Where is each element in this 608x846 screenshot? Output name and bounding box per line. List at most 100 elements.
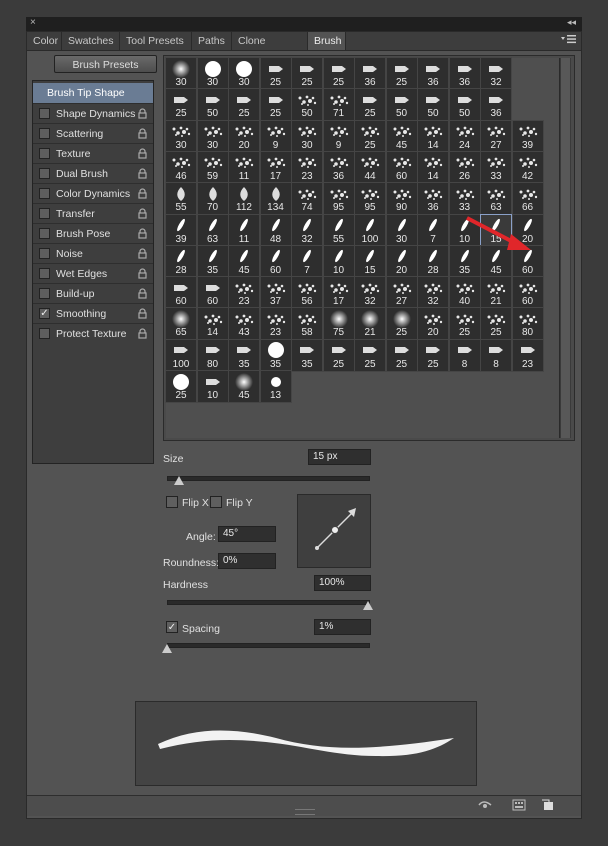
brush-tip-cell[interactable]: 44 xyxy=(354,150,386,184)
spacing-field[interactable]: 1% xyxy=(314,619,371,635)
sidebar-item-smoothing[interactable]: ✓ Smoothing xyxy=(33,304,153,324)
brush-tip-cell[interactable]: 42 xyxy=(511,150,544,184)
brush-tip-cell[interactable]: 55 xyxy=(322,213,355,247)
lock-icon[interactable] xyxy=(137,208,148,219)
lock-icon[interactable] xyxy=(137,308,148,319)
brush-tip-cell[interactable]: 28 xyxy=(417,244,449,278)
brush-tip-cell[interactable]: 23 xyxy=(259,307,292,341)
brush-tip-cell[interactable]: 23 xyxy=(228,276,260,310)
brush-presets-button[interactable]: Brush Presets xyxy=(54,55,157,73)
brush-tip-cell[interactable]: 35 xyxy=(291,338,323,372)
tab-paths[interactable]: Paths xyxy=(192,32,232,50)
hardness-field[interactable]: 100% xyxy=(314,575,371,591)
sidebar-item-wet-edges[interactable]: Wet Edges xyxy=(33,264,153,284)
sidebar-item-brush-pose[interactable]: Brush Pose xyxy=(33,224,153,244)
angle-field[interactable]: 45° xyxy=(218,526,276,542)
brush-tip-cell[interactable]: 30 xyxy=(385,213,418,247)
brush-tip-cell[interactable]: 36 xyxy=(354,57,386,90)
brush-tip-cell[interactable]: 9 xyxy=(322,119,355,153)
lock-icon[interactable] xyxy=(137,288,148,299)
spacing-slider-track[interactable] xyxy=(167,643,370,648)
brush-tip-cell[interactable]: 134 xyxy=(259,182,292,216)
brush-tip-cell[interactable]: 25 xyxy=(165,370,197,403)
toggle-bristle-preview-icon[interactable] xyxy=(478,799,492,811)
brush-tip-cell[interactable]: 11 xyxy=(228,213,260,247)
brush-tip-cell[interactable]: 11 xyxy=(228,150,260,184)
brush-tip-cell[interactable]: 28 xyxy=(165,244,197,278)
brush-tip-cell[interactable]: 14 xyxy=(417,119,449,153)
brush-tip-cell[interactable]: 25 xyxy=(385,307,418,341)
brush-tip-cell[interactable]: 7 xyxy=(417,213,449,247)
sidebar-item-color-dynamics[interactable]: Color Dynamics xyxy=(33,184,153,204)
brush-tip-cell[interactable]: 75 xyxy=(322,307,355,341)
brush-tip-cell[interactable]: 50 xyxy=(196,88,229,122)
sidebar-checkbox[interactable] xyxy=(39,288,50,299)
brush-tip-cell[interactable]: 13 xyxy=(259,370,292,403)
spacing-checkbox[interactable]: ✓ xyxy=(166,621,178,633)
sidebar-checkbox[interactable] xyxy=(39,168,50,179)
brush-tip-cell[interactable]: 15 xyxy=(354,244,386,278)
collapse-icon[interactable]: ◂◂ xyxy=(567,17,576,28)
brush-tip-cell[interactable]: 50 xyxy=(417,88,449,122)
brush-tip-cell[interactable]: 48 xyxy=(259,213,292,247)
brush-tip-cell[interactable]: 25 xyxy=(354,88,386,122)
brush-tip-cell[interactable]: 50 xyxy=(291,88,323,122)
brush-tip-cell[interactable]: 25 xyxy=(259,57,292,90)
brush-tip-cell[interactable]: 50 xyxy=(385,88,418,122)
brush-tip-cell[interactable]: 45 xyxy=(385,119,418,153)
brush-tip-cell[interactable]: 74 xyxy=(291,182,323,216)
lock-icon[interactable] xyxy=(137,248,148,259)
lock-icon[interactable] xyxy=(137,128,148,139)
lock-icon[interactable] xyxy=(137,328,148,339)
brush-tip-cell[interactable]: 100 xyxy=(354,213,386,247)
brush-tip-cell[interactable]: 33 xyxy=(480,150,512,184)
hardness-slider-track[interactable] xyxy=(167,600,370,605)
sidebar-item-protect-texture[interactable]: Protect Texture xyxy=(33,324,153,344)
tab-swatches[interactable]: Swatches xyxy=(62,32,120,50)
brush-tip-cell[interactable]: 10 xyxy=(322,244,355,278)
brush-tip-cell[interactable]: 30 xyxy=(196,57,229,90)
sidebar-checkbox[interactable] xyxy=(39,188,50,199)
sidebar-item-dual-brush[interactable]: Dual Brush xyxy=(33,164,153,184)
close-icon[interactable]: × xyxy=(30,17,36,28)
brush-tip-cell[interactable]: 25 xyxy=(385,57,418,90)
brush-tip-cell[interactable]: 32 xyxy=(354,276,386,310)
brush-tip-cell[interactable]: 36 xyxy=(480,88,512,122)
sidebar-checkbox[interactable] xyxy=(39,228,50,239)
sidebar-checkbox[interactable] xyxy=(39,208,50,219)
size-slider-track[interactable] xyxy=(167,476,370,481)
brush-tip-cell[interactable]: 20 xyxy=(228,119,260,153)
brush-tip-cell[interactable]: 55 xyxy=(165,182,197,216)
brush-tip-cell[interactable]: 60 xyxy=(165,276,197,310)
brush-tip-cell[interactable]: 9 xyxy=(259,119,292,153)
brush-tip-cell[interactable]: 60 xyxy=(259,244,292,278)
brush-tip-cell[interactable]: 40 xyxy=(448,276,481,310)
sidebar-checkbox[interactable] xyxy=(39,328,50,339)
brush-tip-cell[interactable]: 35 xyxy=(196,244,229,278)
brush-tip-cell[interactable]: 25 xyxy=(354,338,386,372)
brush-tip-cell[interactable]: 32 xyxy=(291,213,323,247)
lock-icon[interactable] xyxy=(137,188,148,199)
brush-tip-cell[interactable]: 30 xyxy=(165,57,197,90)
angle-roundness-widget[interactable] xyxy=(297,494,371,568)
brush-tip-cell[interactable]: 25 xyxy=(259,88,292,122)
brush-tip-cell[interactable]: 50 xyxy=(448,88,481,122)
brush-tip-cell[interactable]: 25 xyxy=(322,338,355,372)
brush-tip-cell[interactable]: 25 xyxy=(417,338,449,372)
brush-tip-cell[interactable]: 80 xyxy=(196,338,229,372)
spacing-slider-thumb[interactable] xyxy=(162,644,172,653)
brush-tip-cell[interactable]: 112 xyxy=(228,182,260,216)
grid-scrollbar[interactable] xyxy=(559,58,571,438)
brush-tip-cell[interactable]: 70 xyxy=(196,182,229,216)
tab-color[interactable]: Color xyxy=(27,32,62,50)
brush-tip-cell[interactable]: 20 xyxy=(385,244,418,278)
brush-tip-cell[interactable]: 17 xyxy=(259,150,292,184)
brush-tip-cell[interactable]: 35 xyxy=(228,338,260,372)
brush-tip-cell[interactable]: 36 xyxy=(448,57,481,90)
brush-tip-cell[interactable]: 58 xyxy=(291,307,323,341)
brush-tip-cell[interactable]: 32 xyxy=(417,276,449,310)
lock-icon[interactable] xyxy=(137,228,148,239)
brush-tip-cell[interactable]: 60 xyxy=(385,150,418,184)
brush-tip-cell[interactable]: 100 xyxy=(165,338,197,372)
brush-tip-cell[interactable]: 14 xyxy=(417,150,449,184)
